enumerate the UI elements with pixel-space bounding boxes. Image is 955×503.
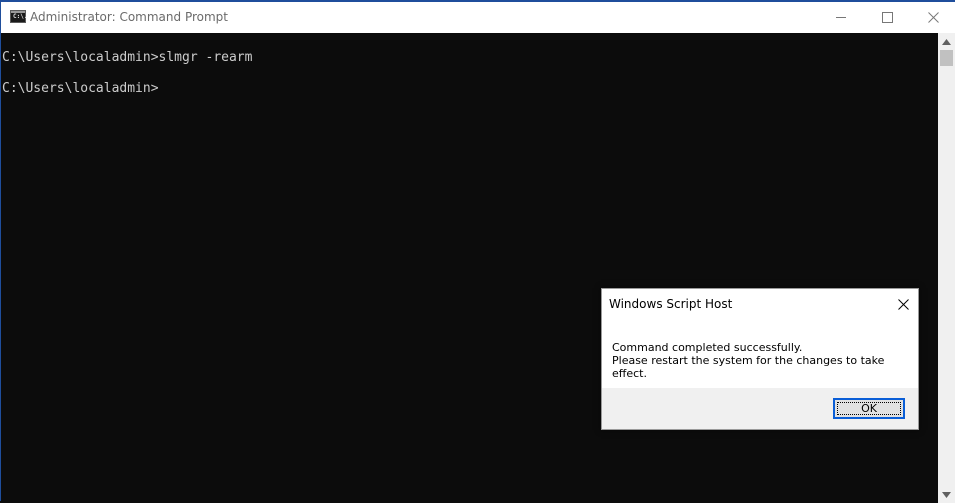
cmd-icon-text: C:\. [13,13,28,20]
script-host-dialog: Windows Script Host Command completed su… [601,288,919,430]
chevron-down-icon [942,491,951,498]
maximize-icon [881,12,893,23]
dialog-message: Command completed successfully. Please r… [612,341,918,380]
console-line: C:\Users\localadmin> [2,81,159,96]
cmd-icon: C:\. [10,10,28,23]
scroll-down-button[interactable] [938,486,955,503]
minimize-icon [836,17,846,18]
close-icon [897,298,909,310]
scroll-thumb[interactable] [940,50,953,66]
chevron-up-icon [942,38,951,45]
title-bar[interactable]: C:\. Administrator: Command Prompt [1,2,955,33]
dialog-title: Windows Script Host [609,297,733,311]
vertical-scrollbar[interactable] [938,33,955,503]
dialog-message-line: Please restart the system for the change… [612,354,885,380]
dialog-close-button[interactable] [894,295,912,313]
scroll-up-button[interactable] [938,33,955,50]
dialog-message-line: Command completed successfully. [612,341,803,354]
maximize-button[interactable] [864,2,910,33]
console-output[interactable]: C:\Users\localadmin>slmgr -rearm C:\User… [1,33,938,503]
minimize-button[interactable] [818,2,864,33]
dialog-footer: OK [602,388,918,429]
console-line: C:\Users\localadmin>slmgr -rearm [2,50,253,65]
close-button[interactable] [910,2,955,33]
ok-button[interactable]: OK [833,398,905,419]
window-title: Administrator: Command Prompt [30,10,228,24]
close-icon [927,12,939,23]
